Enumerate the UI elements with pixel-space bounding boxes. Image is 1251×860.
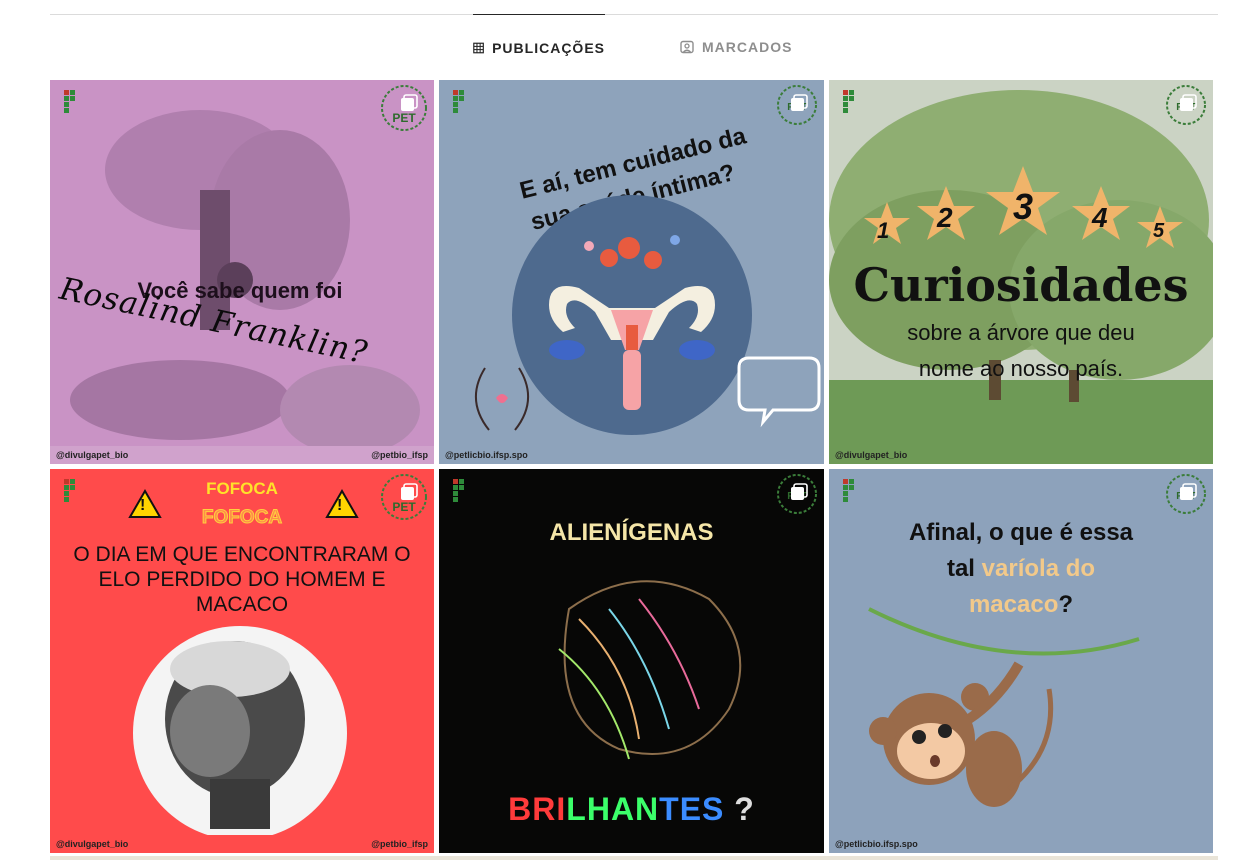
post-footer: @petlicbio.ifsp.spo xyxy=(829,835,1213,853)
next-row-peek xyxy=(50,856,1218,860)
grid-icon xyxy=(473,42,484,53)
svg-text:PET: PET xyxy=(392,111,416,125)
post-line1: sobre a árvore que deu xyxy=(907,320,1135,345)
multiple-images-icon xyxy=(401,94,418,111)
hominid-bust-photo xyxy=(133,626,347,840)
post-rosalind-franklin[interactable]: PET Você sabe quem foi Rosalind Franklin… xyxy=(50,80,434,464)
tab-posts[interactable]: PUBLICAÇÕES xyxy=(473,14,605,80)
post-footer: @divulgapet_bio xyxy=(829,446,1213,464)
monkey-illustration xyxy=(868,607,1140,807)
profile-tabs: PUBLICAÇÕES MARCADOS xyxy=(0,14,1251,80)
post-saude-intima[interactable]: PET E aí, tem cuidado da sua saúde íntim… xyxy=(439,80,824,464)
handle-right: @petbio_ifsp xyxy=(371,839,428,849)
post-footer: @divulgapet_bio @petbio_ifsp xyxy=(50,835,434,853)
uterus-flowers-illustration xyxy=(474,195,821,435)
bottom-title-part-2: LHAN xyxy=(566,791,660,827)
scientist-photo xyxy=(50,110,434,464)
bottom-title-part-4: ? xyxy=(734,791,755,827)
post-bottom-title: BRILHANTES ? xyxy=(439,791,824,828)
bottom-title-part-3: TES xyxy=(659,791,725,827)
tagged-user-icon xyxy=(680,40,694,54)
rating-stars xyxy=(864,166,1183,248)
post-title: Curiosidades xyxy=(853,258,1189,312)
post-line2: nome ao nosso país. xyxy=(918,356,1124,381)
handle-left: @petlicbio.ifsp.spo xyxy=(835,839,918,849)
handle-left: @divulgapet_bio xyxy=(835,450,908,460)
institute-logo xyxy=(58,88,88,126)
tab-tagged[interactable]: MARCADOS xyxy=(680,14,800,80)
star-1-label: 1 xyxy=(877,218,890,243)
handle-left: @petlicbio.ifsp.spo xyxy=(445,450,528,460)
star-3-label: 3 xyxy=(1013,186,1034,227)
star-4-label: 4 xyxy=(1092,202,1108,233)
star-5-label: 5 xyxy=(1153,220,1165,242)
post-footer: @divulgapet_bio @petbio_ifsp xyxy=(50,446,434,464)
star-2-label: 2 xyxy=(937,202,953,233)
post-curiosidades-arvore[interactable]: PET 1 2 3 4 5 Curiosidades sobre a árvor… xyxy=(829,80,1213,464)
handle-right: @petbio_ifsp xyxy=(371,450,428,460)
post-alienigenas-brilhantes[interactable]: PET ALIENÍGENAS BRILHANTES ? xyxy=(439,469,824,853)
tab-tagged-label: MARCADOS xyxy=(702,39,793,55)
post-elo-perdido[interactable]: PET FOFOCA FOFOCA ! ! O DIA EM QUE ENCON… xyxy=(50,469,434,853)
bottom-title-part-1: BRI xyxy=(508,791,567,827)
handle-left: @divulgapet_bio xyxy=(56,839,129,849)
post-variola-macaco[interactable]: PET Afinal, o que é essa tal varíola do … xyxy=(829,469,1213,853)
tab-posts-label: PUBLICAÇÕES xyxy=(492,39,605,56)
handle-left: @divulgapet_bio xyxy=(56,450,129,460)
post-footer: @petlicbio.ifsp.spo xyxy=(439,446,824,464)
